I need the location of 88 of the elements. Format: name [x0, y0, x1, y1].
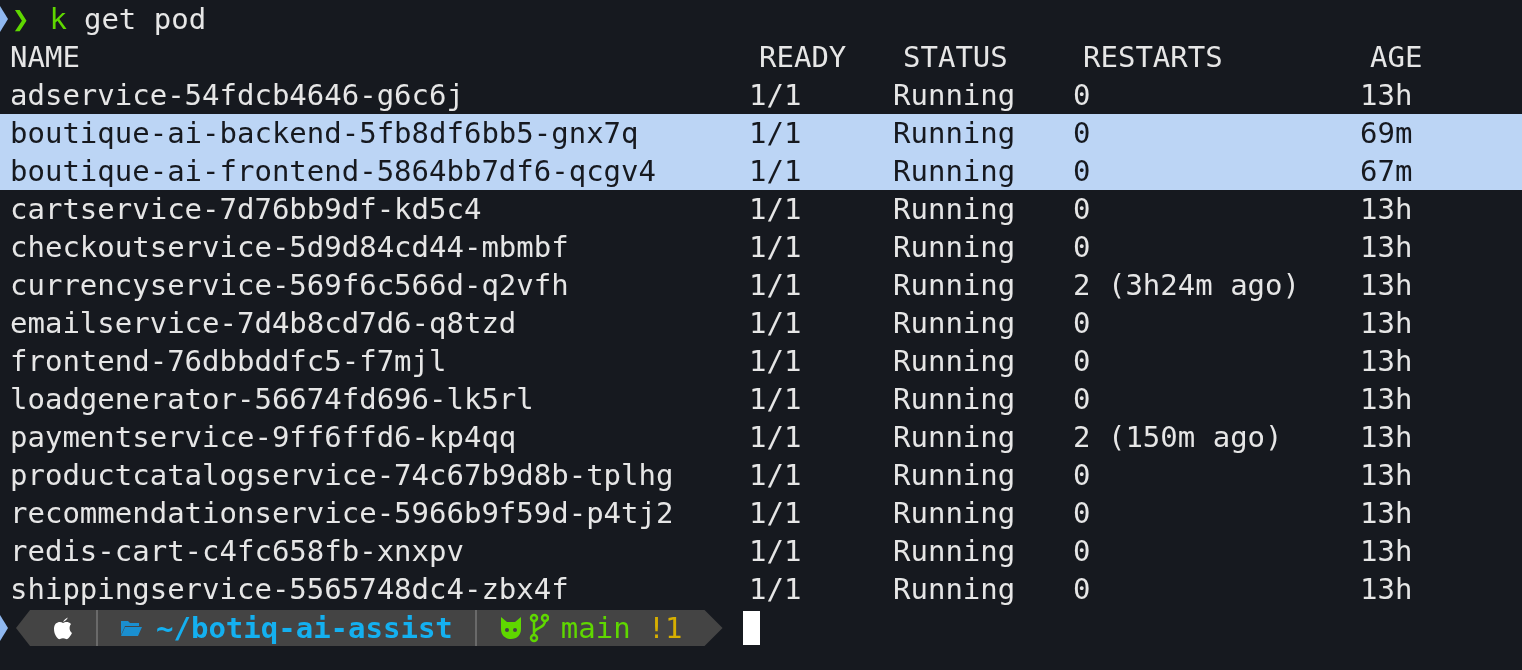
text-cursor — [742, 611, 760, 645]
column-header: STATUS — [903, 40, 1008, 74]
table-cell: Running — [893, 152, 1073, 190]
table-cell-text: 0 — [1073, 305, 1092, 342]
table-cell-text: 13h — [1360, 267, 1414, 304]
table-cell-text: 0 — [1073, 495, 1092, 532]
table-cell-text: 1/1 — [749, 191, 803, 228]
column-header: READY — [759, 40, 847, 74]
prompt-marker-icon — [0, 615, 8, 641]
table-cell-text: cartservice-7d76bb9df-kd5c4 — [9, 191, 483, 228]
table-cell: boutique-ai-frontend-5864bb7df6-qcgv4 — [0, 152, 749, 190]
prompt-marker-icon — [0, 6, 8, 32]
table-cell-text: 13h — [1360, 305, 1414, 342]
table-cell-text: 13h — [1360, 571, 1414, 608]
cat-icon — [498, 617, 523, 639]
table-cell-text: 13h — [1360, 457, 1414, 494]
table-cell-text: currencyservice-569f6c566d-q2vfh — [9, 267, 570, 304]
table-cell-text: Running — [893, 457, 1017, 494]
table-cell-text: 13h — [1360, 381, 1414, 418]
table-cell-text: 0 — [1073, 457, 1092, 494]
table-cell-text: 13h — [1360, 419, 1414, 456]
table-cell-text: Running — [893, 343, 1017, 380]
table-cell-text: Running — [893, 419, 1017, 456]
table-cell-text: 0 — [1073, 343, 1092, 380]
table-cell-text: 1/1 — [749, 571, 803, 608]
table-cell-text: 0 — [1073, 533, 1092, 570]
table-cell-text: 1/1 — [749, 533, 803, 570]
table-cell-text: 13h — [1360, 229, 1414, 266]
table-cell-text: paymentservice-9ff6ffd6-kp4qq — [9, 419, 518, 456]
table-cell-text: 1/1 — [749, 457, 803, 494]
table-cell-text: shippingservice-5565748dc4-zbx4f — [9, 571, 570, 608]
table-cell-text: 2 (150m ago) — [1073, 419, 1284, 456]
table-cell-text: 1/1 — [749, 343, 803, 380]
table-cell-text: 1/1 — [749, 381, 803, 418]
table-cell-text: 0 — [1073, 571, 1092, 608]
table-cell-text: 13h — [1360, 77, 1414, 114]
table-cell: 0 — [1073, 152, 1360, 190]
table-cell-text: Running — [893, 533, 1017, 570]
table-cell-text: 1/1 — [749, 267, 803, 304]
table-cell-text: Running — [893, 191, 1017, 228]
table-cell: 0 — [1073, 114, 1360, 152]
table-cell-text: loadgenerator-56674fd696-lk5rl — [9, 381, 535, 418]
table-cell: 1/1 — [749, 114, 893, 152]
table-cell-text: Running — [893, 571, 1017, 608]
table-cell-text: 13h — [1360, 533, 1414, 570]
table-cell-text: 0 — [1073, 191, 1092, 228]
table-cell-text: Running — [893, 495, 1017, 532]
table-cell: 67m — [1360, 152, 1522, 190]
table-cell: Running — [893, 114, 1073, 152]
table-cell-text: 1/1 — [749, 419, 803, 456]
command-name: k — [49, 1, 67, 38]
table-cell-text: recommendationservice-5966b9f59d-p4tj2 — [9, 495, 675, 532]
table-cell: 69m — [1360, 114, 1522, 152]
table-cell-text: Running — [893, 229, 1017, 266]
table-cell-text: 1/1 — [749, 305, 803, 342]
branch-name: main — [560, 610, 631, 647]
table-cell-text: Running — [893, 381, 1017, 418]
table-cell: boutique-ai-backend-5fb8df6bb5-gnx7q — [0, 114, 749, 152]
column-header: RESTARTS — [1083, 40, 1223, 74]
table-cell-text: Running — [893, 77, 1017, 114]
table-cell-text: 2 (3h24m ago) — [1073, 267, 1301, 304]
table-cell-text: 1/1 — [749, 495, 803, 532]
table-cell-text: 13h — [1360, 343, 1414, 380]
table-cell-text: productcatalogservice-74c67b9d8b-tplhg — [9, 457, 675, 494]
command-args: get pod — [83, 1, 207, 38]
table-cell-text: checkoutservice-5d9d84cd44-mbmbf — [9, 229, 570, 266]
table-cell-text: Running — [893, 305, 1017, 342]
table-cell-text: 0 — [1073, 77, 1092, 114]
table-cell-text: adservice-54fdcb4646-g6c6j — [9, 77, 465, 114]
column-header: NAME — [10, 40, 80, 74]
table-cell-text: 0 — [1073, 381, 1092, 418]
table-cell-text: emailservice-7d4b8cd7d6-q8tzd — [9, 305, 518, 342]
table-cell-text: 13h — [1360, 191, 1414, 228]
directory-path: ~/botiq-ai-assist — [156, 610, 453, 647]
table-cell-text: redis-cart-c4fc658fb-xnxpv — [9, 533, 465, 570]
git-branch-icon — [528, 613, 549, 643]
table-cell-text: 13h — [1360, 495, 1414, 532]
change-count: !1 — [647, 610, 683, 647]
column-header: AGE — [1370, 40, 1423, 74]
table-cell-text: 0 — [1073, 229, 1092, 266]
table-cell-text: 1/1 — [749, 229, 803, 266]
table-cell-text: 1/1 — [749, 77, 803, 114]
table-cell-text: Running — [893, 267, 1017, 304]
folder-icon — [120, 619, 142, 637]
table-cell: 1/1 — [749, 152, 893, 190]
table-cell-text: frontend-76dbbddfc5-f7mjl — [9, 343, 448, 380]
prompt-symbol: ❯ — [12, 1, 30, 38]
apple-icon — [52, 616, 74, 640]
